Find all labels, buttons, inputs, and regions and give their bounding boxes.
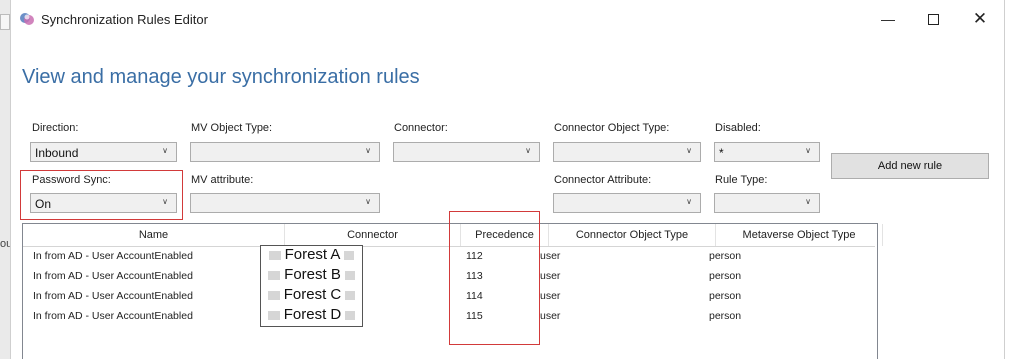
connector-select[interactable]: ∨ <box>393 142 540 162</box>
table-row-connector-object-type[interactable]: user <box>540 250 560 262</box>
chevron-down-icon: ∨ <box>525 146 531 155</box>
chevron-down-icon: ∨ <box>365 197 371 206</box>
connector-attribute-select[interactable]: ∨ <box>553 193 701 213</box>
password-sync-highlight <box>20 170 183 220</box>
table-row-metaverse-object-type[interactable]: person <box>709 250 741 262</box>
redaction-mark <box>268 250 281 260</box>
disabled-label: Disabled: <box>715 122 761 134</box>
chevron-down-icon: ∨ <box>365 146 371 155</box>
chevron-down-icon: ∨ <box>805 146 811 155</box>
column-header-connector-object-type[interactable]: Connector Object Type <box>549 224 716 246</box>
connector-object-type-label: Connector Object Type: <box>554 122 670 134</box>
table-row-connector-object-type[interactable]: user <box>540 270 560 282</box>
connector-annotation-box: Forest A Forest B Forest C Forest D <box>260 245 363 327</box>
redaction-mark <box>344 270 355 280</box>
connector-cell[interactable]: Forest A <box>261 246 362 266</box>
redaction-mark <box>344 250 355 260</box>
page-title: View and manage your synchronization rul… <box>22 66 420 88</box>
connector-cell[interactable]: Forest C <box>261 286 362 306</box>
disabled-value: * <box>719 146 724 160</box>
sync-rules-editor-window: Synchronization Rules Editor — ✕ View an… <box>10 0 1005 359</box>
mv-attribute-label: MV attribute: <box>191 174 254 186</box>
connector-attribute-label: Connector Attribute: <box>554 174 652 186</box>
table-row-name[interactable]: In from AD - User AccountEnabled <box>33 310 193 322</box>
chevron-down-icon: ∨ <box>686 146 692 155</box>
maximize-icon <box>927 13 939 25</box>
table-row-name[interactable]: In from AD - User AccountEnabled <box>33 270 193 282</box>
minimize-icon: — <box>881 11 895 27</box>
redaction-mark <box>345 310 356 320</box>
column-header-connector[interactable]: Connector <box>285 224 461 246</box>
rule-type-label: Rule Type: <box>715 174 768 186</box>
table-row-name[interactable]: In from AD - User AccountEnabled <box>33 290 193 302</box>
table-row-name[interactable]: In from AD - User AccountEnabled <box>33 250 193 262</box>
connector-label: Connector: <box>394 122 448 134</box>
connector-cell[interactable]: Forest B <box>261 266 362 286</box>
chevron-down-icon: ∨ <box>686 197 692 206</box>
column-header-metaverse-object-type[interactable]: Metaverse Object Type <box>716 224 883 246</box>
redaction-mark <box>267 310 280 320</box>
column-header-name[interactable]: Name <box>23 224 285 246</box>
close-button[interactable]: ✕ <box>960 4 1000 34</box>
table-row-connector-object-type[interactable]: user <box>540 310 560 322</box>
chevron-down-icon: ∨ <box>162 146 168 155</box>
table-row-metaverse-object-type[interactable]: person <box>709 290 741 302</box>
background-window: ou <box>0 0 12 359</box>
add-new-rule-button[interactable]: Add new rule <box>831 153 989 179</box>
mv-attribute-select[interactable]: ∨ <box>190 193 380 213</box>
app-icon <box>20 13 34 25</box>
table-row-metaverse-object-type[interactable]: person <box>709 270 741 282</box>
title-bar: Synchronization Rules Editor — ✕ <box>11 0 1004 38</box>
connector-object-type-select[interactable]: ∨ <box>553 142 701 162</box>
direction-value: Inbound <box>35 146 79 160</box>
background-control <box>0 14 10 30</box>
redaction-mark <box>345 290 356 300</box>
minimize-button[interactable]: — <box>868 4 908 34</box>
redaction-mark <box>268 270 281 280</box>
window-title: Synchronization Rules Editor <box>41 12 208 27</box>
redaction-mark <box>267 290 280 300</box>
mv-object-type-select[interactable]: ∨ <box>190 142 380 162</box>
direction-select[interactable]: Inbound ∨ <box>30 142 177 162</box>
table-row-metaverse-object-type[interactable]: person <box>709 310 741 322</box>
direction-label: Direction: <box>32 122 79 134</box>
precedence-highlight <box>449 211 540 345</box>
rule-type-select[interactable]: ∨ <box>714 193 820 213</box>
maximize-button[interactable] <box>913 4 953 34</box>
connector-cell[interactable]: Forest D <box>261 306 362 326</box>
mv-object-type-label: MV Object Type: <box>191 122 273 134</box>
chevron-down-icon: ∨ <box>805 197 811 206</box>
disabled-select[interactable]: * ∨ <box>714 142 820 162</box>
close-icon: ✕ <box>972 9 988 28</box>
table-row-connector-object-type[interactable]: user <box>540 290 560 302</box>
